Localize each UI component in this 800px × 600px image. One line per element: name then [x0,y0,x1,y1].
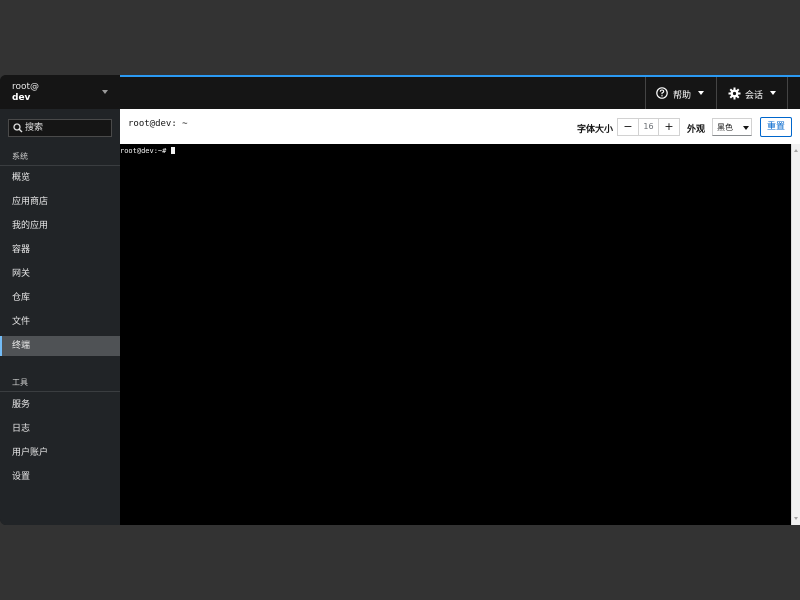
terminal-title: root@dev: ~ [128,119,188,129]
font-size-value[interactable]: 16 [638,119,659,135]
appearance-label: 外观 [687,125,706,135]
nav-divider [0,391,120,392]
search-input[interactable] [25,121,109,135]
sidebar-item-app-store[interactable]: 应用商店 [0,192,120,212]
chevron-down-icon [698,91,704,95]
sidebar-item-files[interactable]: 文件 [0,312,120,332]
session-menu-button[interactable]: 会话 [716,77,788,110]
nav-group-tools: 工具 [12,378,28,387]
terminal-toolbar: root@dev: ~ 字体大小 − 16 + 外观 黑色 重置 [120,109,800,144]
search-box [8,119,112,137]
nav-divider [0,165,120,166]
sidebar-item-services[interactable]: 服务 [0,395,120,415]
scroll-down-icon[interactable] [794,517,798,520]
sidebar-item-my-apps[interactable]: 我的应用 [0,216,120,236]
gear-icon [728,87,741,100]
sidebar-item-logs[interactable]: 日志 [0,419,120,439]
font-size-label: 字体大小 [577,125,614,135]
help-label: 帮助 [673,91,692,101]
sidebar-item-settings[interactable]: 设置 [0,467,120,487]
sidebar-item-gateway[interactable]: 网关 [0,264,120,284]
font-size-stepper: − 16 + [617,118,680,136]
chevron-down-icon [743,126,749,130]
chevron-down-icon [770,91,776,95]
terminal-screen[interactable]: root@dev:~# [120,144,791,525]
sidebar-item-terminal[interactable]: 终端 [0,336,120,356]
appearance-select[interactable]: 黑色 [712,118,752,136]
terminal-line: root@dev:~# [120,147,175,155]
terminal-cursor [170,147,175,154]
reset-button[interactable]: 重置 [760,117,792,137]
terminal-prompt: root@dev:~# [120,147,171,155]
scroll-up-icon[interactable] [794,149,798,152]
help-menu-button[interactable]: 帮助 [645,77,716,110]
help-icon [656,87,668,99]
sidebar-item-containers[interactable]: 容器 [0,240,120,260]
sidebar-item-repository[interactable]: 仓库 [0,288,120,308]
session-label: 会话 [745,91,764,101]
appearance-value: 黑色 [717,123,733,132]
chevron-down-icon [102,90,108,94]
font-size-decrease-button[interactable]: − [618,119,638,135]
search-icon [13,123,23,133]
terminal-scrollbar[interactable] [791,144,800,525]
font-size-increase-button[interactable]: + [659,119,679,135]
host-switcher[interactable]: root@ dev [0,75,120,109]
sidebar-item-accounts[interactable]: 用户账户 [0,443,120,463]
nav-group-system: 系统 [12,152,28,161]
host-name: dev [12,93,31,103]
sidebar: root@ dev 系统 概览 应用商店 我的应用 容器 网关 仓库 文件 终端… [0,75,120,525]
cockpit-window: root@ dev 系统 概览 应用商店 我的应用 容器 网关 仓库 文件 终端… [0,75,800,525]
host-user: root@ [12,82,40,92]
sidebar-item-overview[interactable]: 概览 [0,168,120,188]
